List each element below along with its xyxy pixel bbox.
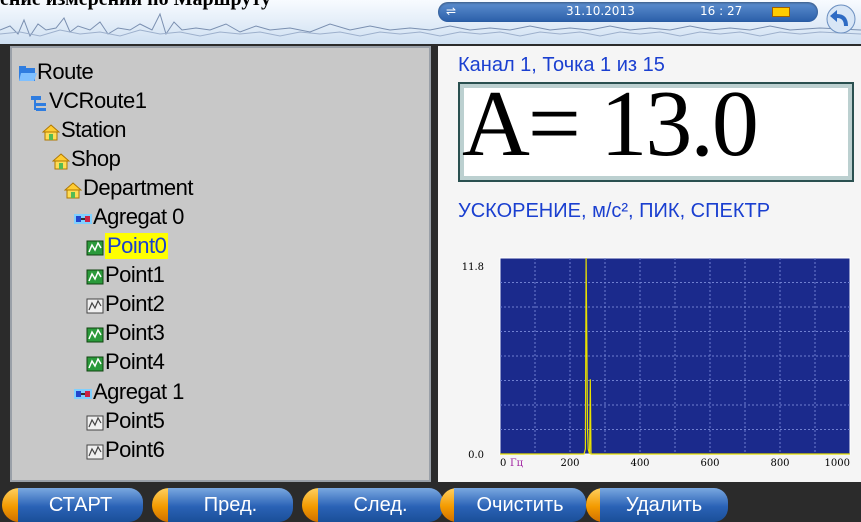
next-button[interactable]: След. bbox=[318, 488, 443, 522]
x-tick-label: 800 bbox=[770, 458, 789, 469]
y-tick-label: 0.0 bbox=[468, 450, 484, 461]
tree-label: Point6 bbox=[105, 437, 165, 462]
tree-item-station[interactable]: Station bbox=[41, 116, 127, 144]
measurement-panel: Канал 1, Точка 1 из 15 A= 13.0 УСКОРЕНИЕ… bbox=[438, 46, 861, 482]
spectrum-chart: 11.8 0.0 0 200 400 600 800 1000 Гц bbox=[462, 257, 851, 469]
y-tick-label: 11.8 bbox=[462, 262, 484, 273]
tree-label: Point4 bbox=[105, 349, 165, 374]
tree-item-agregat-0[interactable]: Agregat 0 bbox=[74, 203, 184, 231]
tree-item-point1[interactable]: Point1 bbox=[86, 261, 165, 289]
tree-item-route[interactable]: Route bbox=[18, 58, 94, 86]
start-button[interactable]: СТАРТ bbox=[18, 488, 143, 522]
delete-button[interactable]: Удалить bbox=[600, 488, 728, 522]
tree-item-point6[interactable]: Point6 bbox=[86, 436, 165, 464]
tree-item-agregat-1[interactable]: Agregat 1 bbox=[74, 378, 184, 406]
status-time: 16 : 27 bbox=[700, 4, 743, 18]
value-display-box: A= 13.0 bbox=[458, 72, 854, 182]
tree-label: Point2 bbox=[105, 291, 165, 316]
x-tick-label: 200 bbox=[560, 458, 579, 469]
point-empty-icon bbox=[86, 412, 104, 431]
tree-label: Station bbox=[61, 117, 127, 142]
x-tick-label: 400 bbox=[630, 458, 649, 469]
tree-label: Agregat 0 bbox=[93, 204, 184, 229]
x-tick-label: 1000 bbox=[825, 458, 850, 469]
point-measured-icon bbox=[86, 266, 104, 285]
point-empty-icon bbox=[86, 441, 104, 460]
tree-label-selected: Point0 bbox=[105, 233, 169, 259]
route-tree-icon bbox=[30, 92, 48, 111]
tree-item-shop[interactable]: Shop bbox=[51, 145, 121, 173]
status-pill: ⇌ 31.10.2013 16 : 27 bbox=[438, 2, 818, 22]
measurement-type-label: УСКОРЕНИЕ, м/с², ПИК, СПЕКТР bbox=[458, 200, 771, 222]
folder-open-icon bbox=[18, 63, 37, 81]
battery-icon bbox=[772, 7, 790, 17]
tree-label: Point3 bbox=[105, 320, 165, 345]
amplitude-value: A= 13.0 bbox=[462, 72, 759, 176]
x-tick-label: 0 bbox=[500, 458, 506, 469]
tree-label: Shop bbox=[71, 146, 121, 171]
point-empty-icon bbox=[86, 295, 104, 314]
department-icon bbox=[63, 179, 83, 199]
device-screen: ⇌ 31.10.2013 16 : 27 ение измерений по М… bbox=[0, 0, 861, 522]
softkey-bar: СТАРТ Пред. След. Очистить Удалить bbox=[0, 488, 861, 522]
point-measured-icon bbox=[86, 353, 104, 372]
agregat-icon bbox=[74, 208, 92, 226]
tree-item-vcroute1[interactable]: VCRoute1 bbox=[30, 87, 147, 115]
tree-label: VCRoute1 bbox=[49, 88, 147, 113]
tree-label: Point5 bbox=[105, 408, 165, 433]
agregat-icon bbox=[74, 383, 92, 401]
tree-label: Agregat 1 bbox=[93, 379, 184, 404]
status-date: 31.10.2013 bbox=[566, 4, 635, 18]
tree-item-point5[interactable]: Point5 bbox=[86, 407, 165, 435]
shop-icon bbox=[51, 150, 71, 170]
tree-item-point3[interactable]: Point3 bbox=[86, 319, 165, 347]
previous-button[interactable]: Пред. bbox=[168, 488, 293, 522]
point-measured-icon bbox=[86, 237, 104, 256]
point-measured-icon bbox=[86, 324, 104, 343]
document-heading: ение измерений по Маршруту bbox=[0, 0, 271, 10]
back-arrow-icon[interactable] bbox=[826, 4, 856, 34]
station-icon bbox=[41, 121, 61, 141]
usb-icon: ⇌ bbox=[446, 4, 457, 18]
tree-label: Point1 bbox=[105, 262, 165, 287]
tree-item-point0[interactable]: Point0 bbox=[86, 232, 169, 260]
clear-button[interactable]: Очистить bbox=[454, 488, 586, 522]
tree-label: Route bbox=[37, 59, 94, 84]
tree-label: Department bbox=[83, 175, 193, 200]
tree-item-point2[interactable]: Point2 bbox=[86, 290, 165, 318]
tree-item-point4[interactable]: Point4 bbox=[86, 348, 165, 376]
tree-item-department[interactable]: Department bbox=[63, 174, 193, 202]
x-unit-label: Гц bbox=[510, 458, 524, 469]
x-tick-label: 600 bbox=[700, 458, 719, 469]
route-tree-panel: Route VCRoute1 Station Shop Department A bbox=[10, 46, 431, 482]
